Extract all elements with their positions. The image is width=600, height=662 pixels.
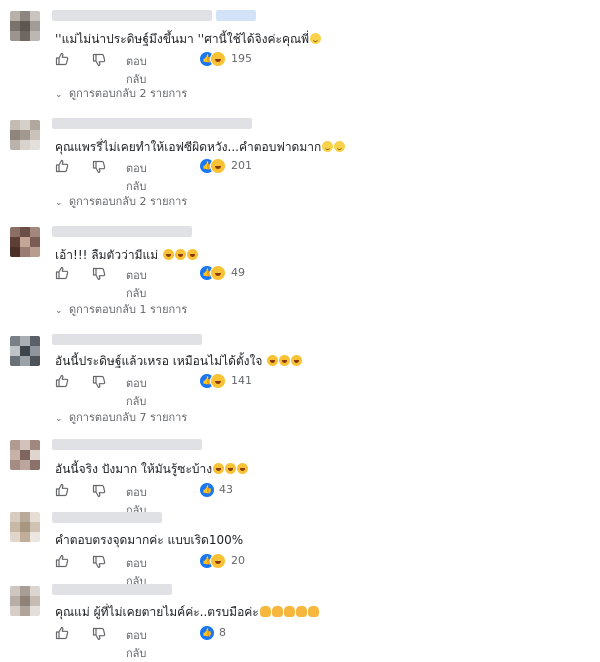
haha-reaction-icon — [210, 158, 226, 174]
smile-emoji-icon — [334, 141, 346, 152]
haha-reaction-icon — [210, 51, 226, 67]
blurred-username[interactable] — [52, 118, 252, 129]
reaction-count: 195 — [231, 52, 252, 65]
comment-text-content: คุณแม่ ผู้ที่ไม่เคยตายไมค์ค่ะ..ตรบมือค่ะ — [55, 605, 259, 619]
comment-text-content: ''แม่ไม่น่าประดิษฐ์มึงขึ้นมา ''ศานี้ใช้ไ… — [55, 32, 310, 46]
comment-text: เอ้า!!! ลืมตัวว่ามีแม่ — [55, 246, 198, 265]
laughing-emoji-icon — [174, 249, 186, 260]
reaction-count: 8 — [219, 626, 226, 639]
comment-text-content: คุณแพรรี่ไม่เคยทำให้เอฟซีผิดหวัง...คำตอบ… — [55, 140, 322, 154]
thumbs-down-icon[interactable] — [92, 484, 106, 498]
view-replies-link[interactable]: ⌄ ดูการตอบกลับ 2 รายการ — [55, 192, 187, 210]
comment-text: ''แม่ไม่น่าประดิษฐ์มึงขึ้นมา ''ศานี้ใช้ไ… — [55, 30, 322, 49]
clapping-emoji-icon — [271, 606, 283, 617]
smile-emoji-icon — [310, 33, 322, 44]
view-replies-link[interactable]: ⌄ ดูการตอบกลับ 1 รายการ — [55, 300, 187, 318]
smile-emoji-icon — [322, 141, 334, 152]
blurred-username-extra — [216, 10, 256, 21]
laughing-emoji-icon — [267, 355, 279, 366]
avatar[interactable] — [10, 120, 40, 150]
comment-text: คุณแม่ ผู้ที่ไม่เคยตายไมค์ค่ะ..ตรบมือค่ะ — [55, 603, 319, 622]
comment-text: อันนี้จริง ปังมาก ให้มันรู้ซะบ้าง — [55, 460, 249, 479]
comment-text-content: อันนี้ประดิษฐ์แล้วเหรอ เหมือนไม่ได้ตั้งใ… — [55, 354, 267, 368]
laughing-emoji-icon — [162, 249, 174, 260]
thumbs-down-icon[interactable] — [92, 53, 106, 67]
comment-text-content: เอ้า!!! ลืมตัวว่ามีแม่ — [55, 248, 162, 262]
clapping-emoji-icon — [283, 606, 295, 617]
thumbs-down-icon[interactable] — [92, 555, 106, 569]
thumbs-up-icon[interactable] — [55, 626, 69, 640]
reaction-count: 49 — [231, 266, 245, 279]
view-replies-link[interactable]: ⌄ ดูการตอบกลับ 7 รายการ — [55, 408, 187, 426]
comment-text: คุณแพรรี่ไม่เคยทำให้เอฟซีผิดหวัง...คำตอบ… — [55, 138, 346, 157]
thumbs-up-emoji-icon — [259, 606, 271, 617]
reply-button[interactable]: ตอบกลับ — [126, 374, 147, 410]
view-replies-link[interactable]: ⌄ ดูการตอบกลับ 2 รายการ — [55, 84, 187, 102]
haha-reaction-icon — [210, 553, 226, 569]
chevron-down-icon: ⌄ — [55, 198, 63, 208]
reaction-count: 20 — [231, 554, 245, 567]
view-replies-label: ดูการตอบกลับ 2 รายการ — [69, 195, 188, 208]
like-reaction-icon: 👍 — [199, 482, 215, 498]
chevron-down-icon: ⌄ — [55, 90, 63, 100]
thumbs-up-icon[interactable] — [55, 554, 69, 568]
thumbs-up-icon[interactable] — [55, 266, 69, 280]
chevron-down-icon: ⌄ — [55, 414, 63, 424]
chevron-down-icon: ⌄ — [55, 306, 63, 316]
thumbs-down-icon[interactable] — [92, 160, 106, 174]
laughing-emoji-icon — [186, 249, 198, 260]
avatar[interactable] — [10, 440, 40, 470]
thumbs-up-icon[interactable] — [55, 159, 69, 173]
blurred-username[interactable] — [52, 584, 172, 595]
comment-text-content: คำตอบตรงจุดมากค่ะ แบบเริด100% — [55, 533, 244, 547]
reply-button[interactable]: ตอบกลับ — [126, 52, 147, 88]
thumbs-up-icon[interactable] — [55, 374, 69, 388]
thumbs-down-icon[interactable] — [92, 375, 106, 389]
reaction-count: 141 — [231, 374, 252, 387]
haha-reaction-icon — [210, 265, 226, 281]
thumbs-down-icon[interactable] — [92, 627, 106, 641]
laughing-emoji-icon — [213, 463, 225, 474]
avatar[interactable] — [10, 336, 40, 366]
thumbs-up-icon[interactable] — [55, 483, 69, 497]
view-replies-label: ดูการตอบกลับ 2 รายการ — [69, 87, 188, 100]
avatar[interactable] — [10, 586, 40, 616]
reply-button[interactable]: ตอบกลับ — [126, 159, 147, 195]
avatar[interactable] — [10, 11, 40, 41]
avatar[interactable] — [10, 512, 40, 542]
blurred-username[interactable] — [52, 10, 212, 21]
thumbs-down-icon[interactable] — [92, 267, 106, 281]
comment-text: คำตอบตรงจุดมากค่ะ แบบเริด100% — [55, 531, 243, 550]
comment-text-content: อันนี้จริง ปังมาก ให้มันรู้ซะบ้าง — [55, 462, 213, 476]
blurred-username[interactable] — [52, 334, 202, 345]
laughing-emoji-icon — [279, 355, 291, 366]
blurred-username[interactable] — [52, 226, 192, 237]
clapping-emoji-icon — [307, 606, 319, 617]
blurred-username[interactable] — [52, 439, 202, 450]
reaction-count: 43 — [219, 483, 233, 496]
laughing-emoji-icon — [291, 355, 303, 366]
view-replies-label: ดูการตอบกลับ 1 รายการ — [69, 303, 188, 316]
clapping-emoji-icon — [295, 606, 307, 617]
laughing-emoji-icon — [237, 463, 249, 474]
reply-button[interactable]: ตอบกลับ — [126, 266, 147, 302]
reply-button[interactable]: ตอบกลับ — [126, 626, 147, 662]
laughing-emoji-icon — [225, 463, 237, 474]
thumbs-up-icon[interactable] — [55, 52, 69, 66]
view-replies-label: ดูการตอบกลับ 7 รายการ — [69, 411, 188, 424]
haha-reaction-icon — [210, 373, 226, 389]
comment-text: อันนี้ประดิษฐ์แล้วเหรอ เหมือนไม่ได้ตั้งใ… — [55, 352, 303, 371]
blurred-username[interactable] — [52, 512, 162, 523]
reaction-count: 201 — [231, 159, 252, 172]
like-reaction-icon: 👍 — [199, 625, 215, 641]
avatar[interactable] — [10, 227, 40, 257]
